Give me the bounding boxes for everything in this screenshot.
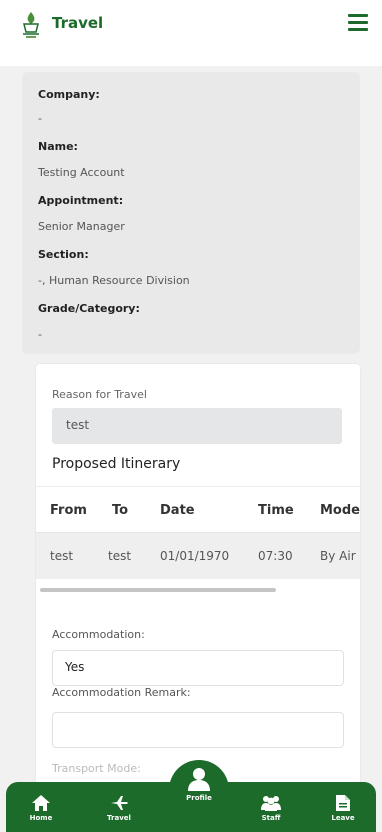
accommodation-remark-field[interactable] bbox=[52, 712, 344, 748]
table-row[interactable]: test test 01/01/1970 07:30 By Air bbox=[36, 532, 360, 579]
nav-leave[interactable]: Leave bbox=[318, 794, 368, 822]
grade-label: Grade/Category: bbox=[38, 302, 140, 315]
col-to: To bbox=[112, 503, 129, 518]
reason-label: Reason for Travel bbox=[52, 388, 147, 401]
section-label: Section: bbox=[38, 248, 89, 261]
menu-icon[interactable] bbox=[348, 14, 368, 32]
accommodation-label: Accommodation: bbox=[52, 628, 145, 641]
user-icon bbox=[188, 768, 210, 791]
users-icon bbox=[261, 796, 281, 811]
nav-home-label: Home bbox=[29, 814, 53, 822]
logo-icon bbox=[23, 12, 39, 38]
nav-travel[interactable]: Travel bbox=[94, 794, 144, 822]
nav-profile[interactable]: Profile bbox=[174, 766, 224, 802]
cell-from: test bbox=[50, 549, 74, 563]
cell-to: test bbox=[108, 549, 132, 563]
section-value: -, Human Resource Division bbox=[38, 274, 190, 287]
cell-mode: By Air bbox=[320, 549, 356, 563]
itinerary-table-header: From To Date Time Mode bbox=[36, 486, 360, 533]
grade-value: - bbox=[38, 328, 42, 341]
document-icon bbox=[336, 795, 350, 811]
appointment-label: Appointment: bbox=[38, 194, 124, 207]
home-icon bbox=[32, 795, 50, 811]
col-mode: Mode bbox=[320, 503, 360, 518]
accommodation-value: Yes bbox=[65, 660, 85, 674]
page-title: Travel bbox=[52, 14, 104, 32]
col-from: From bbox=[50, 503, 87, 518]
profile-info-card: Company: - Name: Testing Account Appoint… bbox=[22, 72, 360, 354]
travel-details-card: Reason for Travel test Proposed Itinerar… bbox=[36, 364, 360, 804]
nav-home[interactable]: Home bbox=[16, 794, 66, 822]
reason-field[interactable]: test bbox=[52, 408, 342, 444]
nav-staff[interactable]: Staff bbox=[246, 794, 296, 822]
name-value: Testing Account bbox=[38, 166, 125, 179]
transport-mode-label: Transport Mode: bbox=[52, 762, 141, 775]
header-spacer bbox=[0, 50, 382, 66]
company-value: - bbox=[38, 112, 42, 125]
col-time: Time bbox=[258, 503, 294, 518]
cell-date: 01/01/1970 bbox=[160, 549, 230, 563]
nav-staff-label: Staff bbox=[261, 814, 281, 822]
nav-travel-label: Travel bbox=[107, 814, 131, 822]
cell-time: 07:30 bbox=[258, 549, 293, 563]
nav-leave-label: Leave bbox=[331, 814, 355, 822]
app-header: Travel bbox=[0, 0, 382, 50]
table-scrollbar[interactable] bbox=[40, 588, 276, 592]
company-label: Company: bbox=[38, 88, 100, 101]
nav-profile-label: Profile bbox=[186, 794, 212, 802]
accommodation-remark-label: Accommodation Remark: bbox=[52, 686, 191, 699]
accommodation-field[interactable]: Yes bbox=[52, 650, 344, 686]
bottom-nav: Home Travel Profile Staff Leave bbox=[6, 768, 376, 832]
itinerary-title: Proposed Itinerary bbox=[52, 456, 181, 472]
col-date: Date bbox=[160, 503, 195, 518]
plane-icon bbox=[111, 796, 128, 810]
reason-value: test bbox=[66, 418, 90, 432]
name-label: Name: bbox=[38, 140, 78, 153]
appointment-value: Senior Manager bbox=[38, 220, 125, 233]
